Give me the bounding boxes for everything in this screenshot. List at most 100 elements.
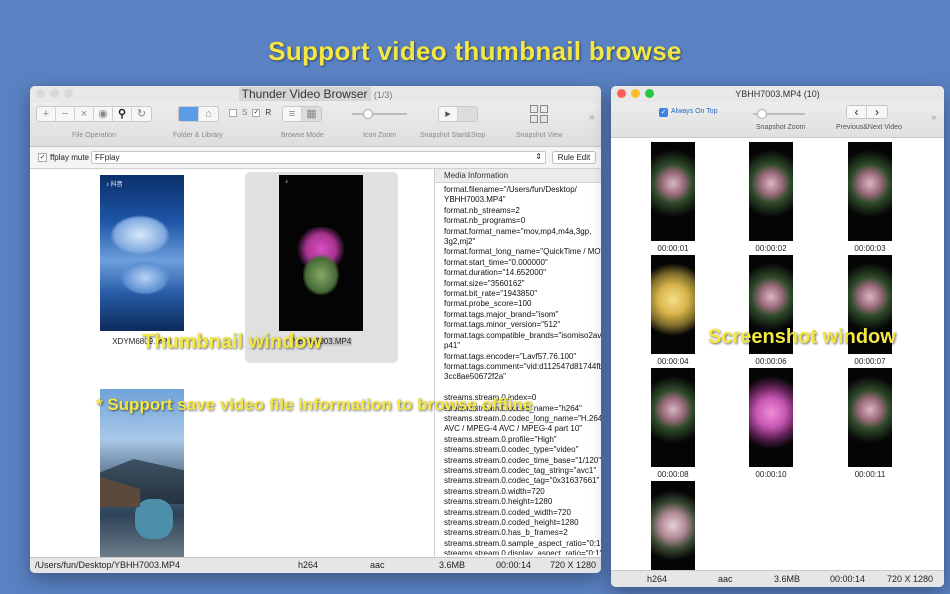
- folder-library-label: Folder & Library: [173, 132, 223, 139]
- media-info-line: format.tags.comment="vid:d112547d81744fb…: [444, 361, 601, 371]
- file-operation-group: + − × ◉ ⚲ ↻: [36, 106, 152, 122]
- snapshot-frame[interactable]: [651, 481, 695, 580]
- chevron-updown-icon: ⇕: [535, 152, 542, 161]
- status-resolution: 720 X 1280: [550, 560, 597, 570]
- snapshot-view-label: Snapshot View: [516, 132, 563, 139]
- prev-next-group: ‹ ›: [846, 105, 888, 119]
- snapshot-group: ▸: [438, 106, 478, 122]
- snapshot-time: 00:00:11: [854, 470, 886, 479]
- next-video-icon[interactable]: ›: [867, 106, 887, 118]
- always-on-top-checkbox[interactable]: ✓: [659, 108, 668, 117]
- grid-mode-icon[interactable]: ▦: [302, 107, 321, 121]
- folder-library-group: ⌂: [178, 106, 219, 122]
- search-icon[interactable]: ⚲: [113, 107, 132, 121]
- home-icon[interactable]: ⌂: [199, 107, 218, 121]
- screenshot-window-annotation: Screenshot window: [708, 326, 896, 348]
- zoom-light-icon[interactable]: [64, 89, 73, 98]
- media-info-line: streams.stream.0.height=1280: [444, 497, 553, 507]
- list-mode-icon[interactable]: ≡: [283, 107, 302, 121]
- snapshot-frame[interactable]: [848, 368, 892, 467]
- media-info-line: streams.stream.0.coded_width=720: [444, 507, 571, 517]
- icon-zoom-slider[interactable]: [352, 113, 407, 115]
- eye-icon[interactable]: ◉: [94, 107, 113, 121]
- media-info-line: format.tags.major_brand="isom": [444, 309, 559, 319]
- headline: Support video thumbnail browse: [268, 36, 682, 66]
- snapshot-view-icon[interactable]: [530, 105, 548, 123]
- media-info-line: streams.stream.0.codec_tag_string="avc1": [444, 465, 597, 475]
- r-checkbox[interactable]: ✓: [252, 108, 261, 117]
- media-info-line: streams.stream.0.codec_long_name="H.264 …: [444, 413, 601, 423]
- media-info-line: format.filename="/Users/fun/Desktop/: [444, 185, 577, 194]
- snapshot-time: 00:00:02: [755, 244, 787, 253]
- media-info-line: format.duration="14.652000": [444, 268, 546, 278]
- ffplay-mute-checkbox[interactable]: ✓: [38, 153, 47, 162]
- window-count: (1/3): [373, 90, 393, 100]
- status-duration: 00:00:14: [830, 574, 866, 584]
- refresh-icon[interactable]: ↻: [132, 107, 151, 121]
- snapshot-grid: 00:00:01 00:00:02 00:00:03 00:00:04 00:00:06…: [611, 138, 944, 580]
- media-info-text[interactable]: format.filename="/Users/fun/Desktop/YBHH…: [435, 183, 601, 555]
- snapshot-time: 00:00:03: [854, 244, 886, 253]
- snapshot-frame[interactable]: [848, 142, 892, 241]
- media-info-line: format.tags.encoder="Lavf57.76.100": [444, 351, 577, 361]
- snapshot-time: 00:00:08: [657, 470, 689, 479]
- window-controls: [36, 89, 73, 98]
- thumbnail-image[interactable]: ♪ 抖音: [100, 175, 184, 331]
- delete-icon[interactable]: ×: [75, 107, 94, 121]
- overflow-icon[interactable]: »: [589, 112, 595, 123]
- snapshot-status-bar: h264 aac 3.6MB 00:00:14 720 X 1280: [611, 570, 944, 587]
- media-info-line: streams.stream.0.has_b_frames=2: [444, 528, 568, 538]
- thumbnail-area: ♪ 抖音 XDYM6809.MP4 ♪ YBHH7003.MP4 Media I…: [30, 169, 601, 557]
- snapshot-title: YBHH7003.MP4: [735, 89, 802, 99]
- overflow-icon[interactable]: »: [931, 112, 937, 123]
- media-info-line: format.tags.compatible_brands="isomiso2a…: [444, 330, 601, 340]
- file-operation-label: File Operation: [72, 132, 116, 139]
- snapshot-time: 00:00:10: [755, 470, 787, 479]
- status-path: /Users/fun/Desktop/YBHH7003.MP4: [35, 560, 181, 570]
- snapshot-frame[interactable]: [651, 368, 695, 467]
- folder-icon[interactable]: [179, 107, 199, 121]
- media-info-line: 3g2,mj2": [444, 237, 476, 247]
- status-vcodec: h264: [298, 560, 319, 570]
- snapshot-start-icon[interactable]: ▸: [439, 107, 458, 121]
- snapshot-frame[interactable]: [651, 255, 695, 354]
- media-info-line: streams.stream.0.width=720: [444, 486, 545, 496]
- media-info-line: [444, 383, 601, 393]
- icon-zoom-knob[interactable]: [363, 109, 373, 119]
- snapshot-stop-icon[interactable]: [458, 107, 477, 121]
- thumbnail-window-annotation: Thumbnail window: [142, 331, 322, 353]
- s-checkbox[interactable]: [229, 108, 237, 117]
- player-select[interactable]: FFplay ⇕: [91, 151, 546, 164]
- media-info-line: format.start_time="0.000000": [444, 257, 548, 267]
- snapshot-time: 00:00:07: [854, 357, 886, 366]
- window-controls: [617, 89, 654, 98]
- snapshot-zoom-knob[interactable]: [757, 109, 767, 119]
- prev-next-label: Previous&Next Video: [836, 124, 903, 131]
- remove-icon[interactable]: −: [56, 107, 75, 121]
- media-info-line: streams.stream.0.codec_tag="0x31637661": [444, 476, 600, 486]
- snapshot-start-stop-label: Snapshot Start&Stop: [420, 132, 486, 139]
- status-duration: 00:00:14: [496, 560, 532, 570]
- minimize-light-icon[interactable]: [631, 89, 640, 98]
- previous-video-icon[interactable]: ‹: [847, 106, 867, 118]
- status-acodec: aac: [718, 574, 733, 584]
- media-info-line: format.bit_rate="1943850": [444, 289, 538, 299]
- status-size: 3.6MB: [774, 574, 801, 584]
- snapshot-frame[interactable]: [749, 368, 793, 467]
- add-icon[interactable]: +: [37, 107, 56, 121]
- snapshot-frame[interactable]: [749, 142, 793, 241]
- snapshot-frame[interactable]: [651, 142, 695, 241]
- media-info-line: YBHH7003.MP4": [444, 195, 506, 205]
- media-info-line: format.nb_programs=0: [444, 216, 526, 226]
- zoom-light-icon[interactable]: [645, 89, 654, 98]
- rule-edit-button[interactable]: Rule Edit: [552, 151, 596, 164]
- close-light-icon[interactable]: [617, 89, 626, 98]
- thumbnail-image[interactable]: ♪: [279, 175, 363, 331]
- window-title: Thunder Video Browser: [238, 87, 371, 101]
- minimize-light-icon[interactable]: [50, 89, 59, 98]
- media-info-line: streams.stream.0.codec_type="video": [444, 445, 579, 455]
- close-light-icon[interactable]: [36, 89, 45, 98]
- save-info-annotation: * Support save video file information to…: [96, 395, 533, 414]
- media-info-line: streams.stream.0.sample_aspect_ratio="0:…: [444, 538, 601, 548]
- s-label: S: [242, 108, 248, 117]
